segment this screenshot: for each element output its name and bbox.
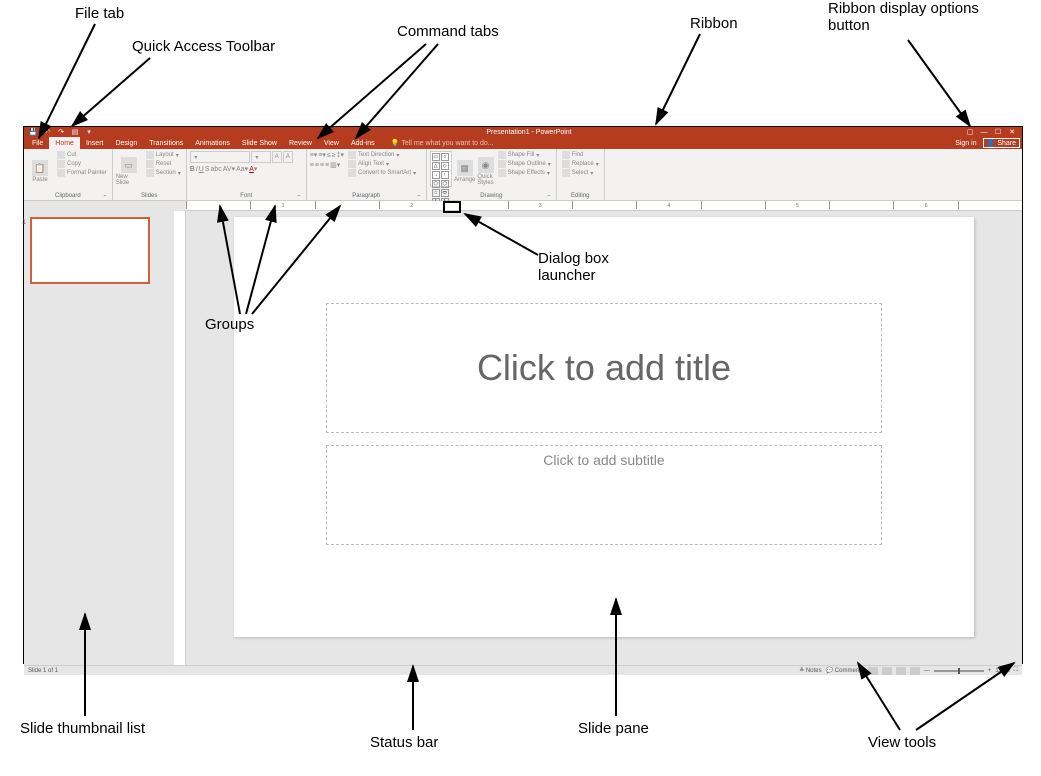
label-status-bar: Status bar — [370, 734, 438, 751]
label-ribbon: Ribbon — [690, 15, 738, 32]
label-groups: Groups — [205, 316, 254, 333]
label-dialog-launcher: Dialog box launcher — [538, 250, 658, 284]
label-slide-pane: Slide pane — [578, 720, 649, 737]
label-command-tabs: Command tabs — [397, 23, 499, 40]
label-view-tools: View tools — [868, 734, 936, 751]
label-qat: Quick Access Toolbar — [132, 38, 275, 55]
label-file-tab: File tab — [75, 5, 124, 22]
label-thumbnail-list: Slide thumbnail list — [20, 720, 145, 737]
label-ribbon-display: Ribbon display options button — [828, 0, 1008, 34]
